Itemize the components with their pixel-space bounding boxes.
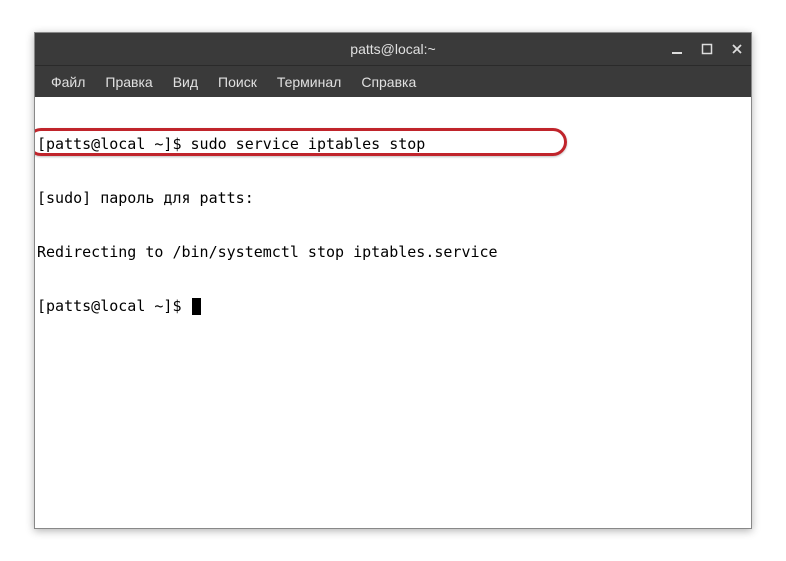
menu-help[interactable]: Справка (351, 70, 426, 94)
terminal-content: [patts@local ~]$ sudo service iptables s… (35, 97, 751, 351)
close-button[interactable] (729, 41, 745, 57)
maximize-button[interactable] (699, 41, 715, 57)
prompt-text: [patts@local ~]$ (37, 297, 191, 315)
maximize-icon (701, 43, 713, 55)
menu-search[interactable]: Поиск (208, 70, 267, 94)
menu-terminal[interactable]: Терминал (267, 70, 351, 94)
terminal-line: Redirecting to /bin/systemctl stop iptab… (37, 243, 751, 261)
terminal-line: [patts@local ~]$ (37, 297, 751, 315)
minimize-button[interactable] (669, 41, 685, 57)
menu-edit[interactable]: Правка (95, 70, 162, 94)
cursor (192, 298, 201, 315)
terminal-window: patts@local:~ Файл Правка Вид (34, 32, 752, 529)
menu-view[interactable]: Вид (163, 70, 208, 94)
close-icon (731, 43, 743, 55)
terminal-line: [patts@local ~]$ sudo service iptables s… (37, 135, 751, 153)
menubar: Файл Правка Вид Поиск Терминал Справка (35, 65, 751, 97)
titlebar: patts@local:~ (35, 33, 751, 65)
window-controls (669, 41, 745, 57)
terminal-area[interactable]: [patts@local ~]$ sudo service iptables s… (35, 97, 751, 528)
window-title: patts@local:~ (350, 41, 435, 57)
terminal-line: [sudo] пароль для patts: (37, 189, 751, 207)
minimize-icon (671, 43, 683, 55)
menu-file[interactable]: Файл (41, 70, 95, 94)
